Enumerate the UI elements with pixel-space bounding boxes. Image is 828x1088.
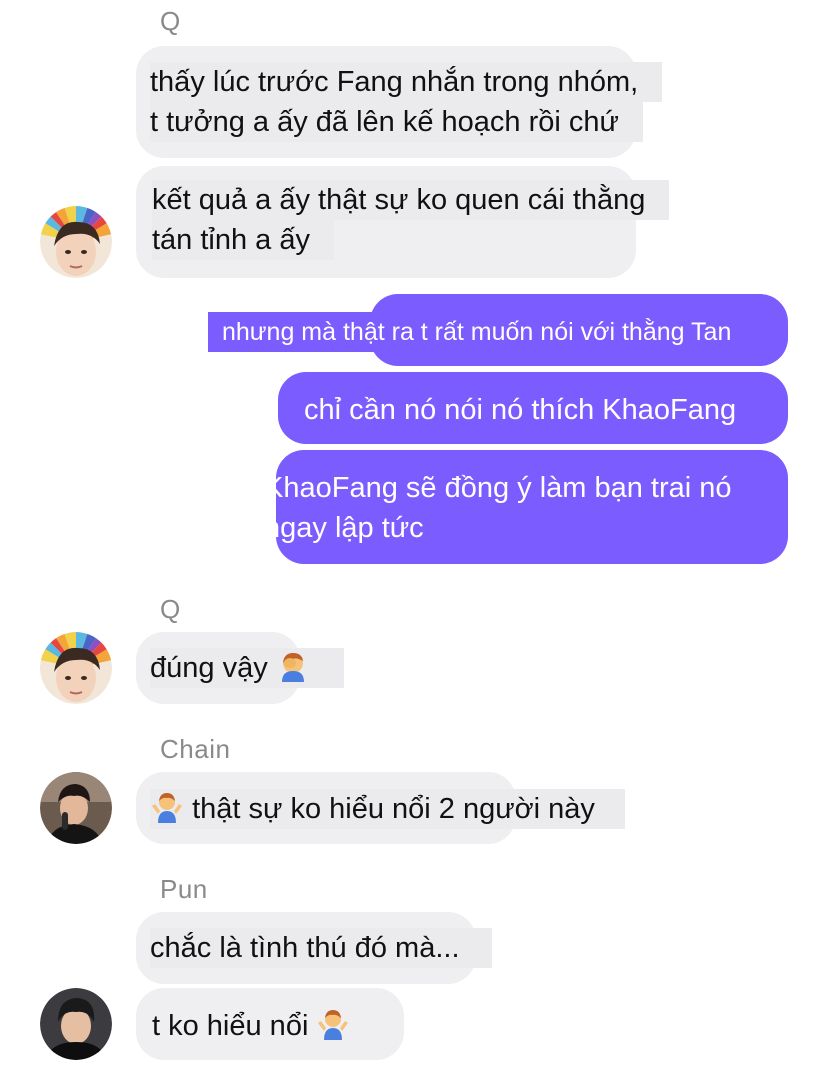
incoming-message-bubble[interactable]: thấy lúc trước Fang nhắn trong nhóm, t t… — [136, 46, 663, 158]
shrug-emoji-icon — [150, 790, 184, 824]
avatar-q[interactable] — [40, 632, 112, 704]
incoming-message-bubble[interactable]: kết quả a ấy thật sự ko quen cái thằng t… — [136, 166, 670, 278]
incoming-message-bubble[interactable]: t ko hiểu nổi — [136, 988, 404, 1060]
sender-name-q: Q — [160, 6, 181, 36]
message-text: thật sự ko hiểu nổi 2 người này — [150, 789, 625, 829]
avatar-chain-icon — [40, 772, 112, 844]
outgoing-message-bubble[interactable]: KhaoFang sẽ đồng ý làm bạn trai nó ngay … — [264, 450, 788, 564]
message-text-label: t ko hiểu nổi — [152, 1010, 309, 1042]
shrug-emoji-icon — [316, 1007, 350, 1041]
sender-name-pun: Pun — [160, 874, 208, 904]
avatar-chain[interactable] — [40, 772, 112, 844]
avatar-q[interactable] — [40, 206, 112, 278]
sender-name-chain: Chain — [160, 734, 231, 764]
message-text-line: KhaoFang sẽ đồng ý làm bạn trai nó — [264, 472, 732, 504]
sender-name-q: Q — [160, 594, 181, 624]
message-text-line: ngay lập tức — [264, 512, 424, 544]
message-text-line: thấy lúc trước Fang nhắn trong nhóm, — [150, 62, 663, 102]
message-text-line: t tưởng a ấy đã lên kế hoạch rồi chứ — [150, 102, 643, 142]
message-text: đúng vậy — [150, 648, 344, 688]
incoming-message-bubble[interactable]: chắc là tình thú đó mà... — [136, 912, 492, 984]
message-text: chỉ cần nó nói nó thích KhaoFang — [304, 394, 737, 426]
avatar-q-icon — [40, 206, 112, 278]
incoming-message-bubble[interactable]: đúng vậy — [136, 632, 344, 704]
message-text: nhưng mà thật ra t rất muốn nói với thằn… — [208, 312, 748, 352]
avatar-pun[interactable] — [40, 988, 112, 1060]
incoming-message-bubble[interactable]: thật sự ko hiểu nổi 2 người này — [136, 772, 625, 844]
message-text-label: đúng vậy — [150, 652, 268, 684]
message-text-line: kết quả a ấy thật sự ko quen cái thằng — [152, 180, 670, 220]
message-text-line: tán tỉnh a ấy — [152, 220, 334, 260]
avatar-q-icon — [40, 632, 112, 704]
avatar-pun-icon — [40, 988, 112, 1060]
message-text: chắc là tình thú đó mà... — [150, 928, 492, 968]
outgoing-message-bubble[interactable]: chỉ cần nó nói nó thích KhaoFang — [278, 372, 788, 444]
outgoing-message-bubble[interactable]: nhưng mà thật ra t rất muốn nói với thằn… — [208, 294, 788, 366]
message-text-label: thật sự ko hiểu nổi 2 người này — [192, 793, 595, 825]
facepalm-emoji-icon — [276, 649, 310, 683]
